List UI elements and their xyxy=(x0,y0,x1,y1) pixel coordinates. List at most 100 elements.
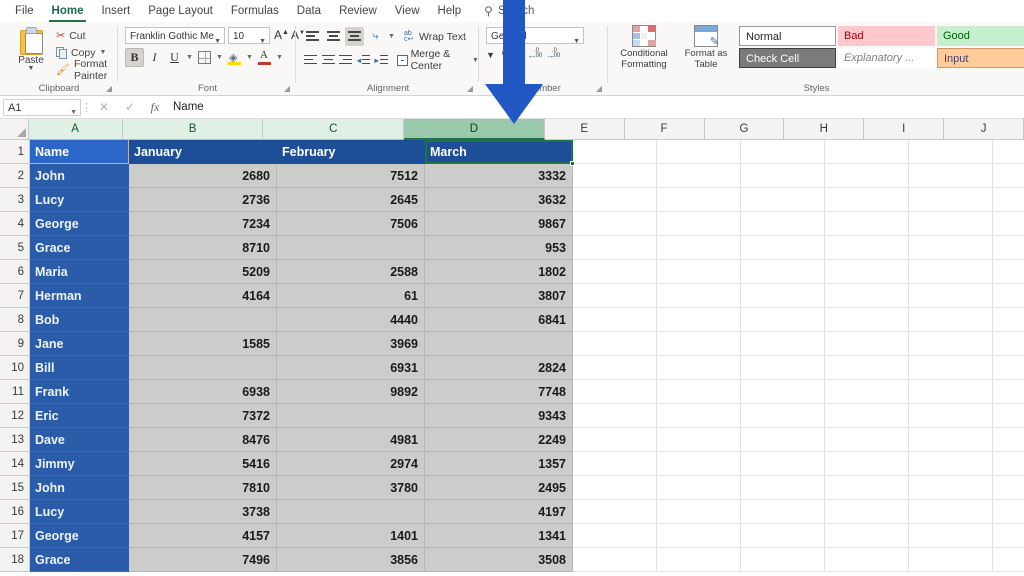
row-header-15[interactable]: 15 xyxy=(0,476,30,500)
cell-H15[interactable] xyxy=(825,476,909,500)
comma-style-button[interactable]: ’ xyxy=(518,48,525,62)
row-header-6[interactable]: 6 xyxy=(0,260,30,284)
cell-J1[interactable] xyxy=(993,140,1024,164)
column-header-C[interactable]: C xyxy=(263,119,405,140)
format-painter-button[interactable]: 🖌 Format Painter xyxy=(56,58,118,82)
cell-F3[interactable] xyxy=(657,188,741,212)
fill-color-button[interactable]: ◈ xyxy=(225,48,244,67)
cell-C6[interactable]: 2588 xyxy=(277,260,425,284)
cell-A13[interactable]: Dave xyxy=(30,428,129,452)
cell-G3[interactable] xyxy=(741,188,825,212)
cell-F17[interactable] xyxy=(657,524,741,548)
cell-C9[interactable]: 3969 xyxy=(277,332,425,356)
tab-data[interactable]: Data xyxy=(288,2,330,21)
cancel-entry-button[interactable]: ✕ xyxy=(91,100,117,114)
cell-H12[interactable] xyxy=(825,404,909,428)
merge-center-button[interactable]: Merge & Center ▼ xyxy=(396,48,479,72)
cell-C2[interactable]: 7512 xyxy=(277,164,425,188)
cell-G11[interactable] xyxy=(741,380,825,404)
clipboard-dialog-launcher[interactable]: ◢ xyxy=(106,84,112,93)
cell-E12[interactable] xyxy=(573,404,657,428)
cell-I17[interactable] xyxy=(909,524,993,548)
style-input[interactable]: Input xyxy=(937,48,1024,68)
cell-I14[interactable] xyxy=(909,452,993,476)
cell-G8[interactable] xyxy=(741,308,825,332)
cell-D9[interactable] xyxy=(425,332,573,356)
cell-G1[interactable] xyxy=(741,140,825,164)
cell-G10[interactable] xyxy=(741,356,825,380)
increase-font-size-button[interactable]: A▲ xyxy=(274,28,289,42)
cell-H2[interactable] xyxy=(825,164,909,188)
column-header-D[interactable]: D xyxy=(404,119,545,140)
cell-I7[interactable] xyxy=(909,284,993,308)
cell-H18[interactable] xyxy=(825,548,909,572)
cell-D4[interactable]: 9867 xyxy=(425,212,573,236)
cell-E4[interactable] xyxy=(573,212,657,236)
cell-I1[interactable] xyxy=(909,140,993,164)
font-color-button[interactable]: A xyxy=(255,48,274,67)
cell-F12[interactable] xyxy=(657,404,741,428)
cell-B6[interactable]: 5209 xyxy=(129,260,277,284)
cell-C12[interactable] xyxy=(277,404,425,428)
style-bad[interactable]: Bad xyxy=(838,26,935,46)
cell-D15[interactable]: 2495 xyxy=(425,476,573,500)
select-all-corner[interactable] xyxy=(0,119,29,140)
cell-J14[interactable] xyxy=(993,452,1024,476)
cell-I5[interactable] xyxy=(909,236,993,260)
cell-E18[interactable] xyxy=(573,548,657,572)
cell-A12[interactable]: Eric xyxy=(30,404,129,428)
cell-E15[interactable] xyxy=(573,476,657,500)
cell-I3[interactable] xyxy=(909,188,993,212)
cell-D13[interactable]: 2249 xyxy=(425,428,573,452)
cell-B1[interactable]: January xyxy=(129,140,277,164)
paste-button[interactable]: Paste ▼ xyxy=(8,26,54,72)
cell-D1[interactable]: March xyxy=(425,140,573,164)
cell-F7[interactable] xyxy=(657,284,741,308)
column-header-F[interactable]: F xyxy=(624,119,705,140)
row-header-14[interactable]: 14 xyxy=(0,452,30,476)
cell-E11[interactable] xyxy=(573,380,657,404)
cell-D11[interactable]: 7748 xyxy=(425,380,573,404)
row-header-2[interactable]: 2 xyxy=(0,164,30,188)
cell-B15[interactable]: 7810 xyxy=(129,476,277,500)
row-header-1[interactable]: 1 xyxy=(0,140,30,164)
cell-H4[interactable] xyxy=(825,212,909,236)
cell-H3[interactable] xyxy=(825,188,909,212)
italic-button[interactable]: I xyxy=(145,48,164,67)
cell-A1[interactable]: Name xyxy=(30,140,129,164)
increase-decimal-button[interactable]: ← .0.00 xyxy=(527,48,542,62)
cell-C15[interactable]: 3780 xyxy=(277,476,425,500)
cell-I16[interactable] xyxy=(909,500,993,524)
cell-I2[interactable] xyxy=(909,164,993,188)
cell-C10[interactable]: 6931 xyxy=(277,356,425,380)
cell-A7[interactable]: Herman xyxy=(30,284,129,308)
cell-H13[interactable] xyxy=(825,428,909,452)
cell-B16[interactable]: 3738 xyxy=(129,500,277,524)
cell-H14[interactable] xyxy=(825,452,909,476)
cell-E3[interactable] xyxy=(573,188,657,212)
cell-D18[interactable]: 3508 xyxy=(425,548,573,572)
cell-D10[interactable]: 2824 xyxy=(425,356,573,380)
cell-G12[interactable] xyxy=(741,404,825,428)
row-header-12[interactable]: 12 xyxy=(0,404,30,428)
cell-F4[interactable] xyxy=(657,212,741,236)
cell-C13[interactable]: 4981 xyxy=(277,428,425,452)
cell-A4[interactable]: George xyxy=(30,212,129,236)
cell-A10[interactable]: Bill xyxy=(30,356,129,380)
cell-I11[interactable] xyxy=(909,380,993,404)
cell-F6[interactable] xyxy=(657,260,741,284)
font-dialog-launcher[interactable]: ◢ xyxy=(284,84,290,93)
cell-C18[interactable]: 3856 xyxy=(277,548,425,572)
cell-E2[interactable] xyxy=(573,164,657,188)
cell-E14[interactable] xyxy=(573,452,657,476)
cell-D8[interactable]: 6841 xyxy=(425,308,573,332)
cell-G4[interactable] xyxy=(741,212,825,236)
cell-J7[interactable] xyxy=(993,284,1024,308)
cell-D2[interactable]: 3332 xyxy=(425,164,573,188)
align-top-button[interactable] xyxy=(303,27,322,46)
cell-B3[interactable]: 2736 xyxy=(129,188,277,212)
cell-F14[interactable] xyxy=(657,452,741,476)
cell-A2[interactable]: John xyxy=(30,164,129,188)
cell-D7[interactable]: 3807 xyxy=(425,284,573,308)
style-check-cell[interactable]: Check Cell xyxy=(739,48,836,68)
